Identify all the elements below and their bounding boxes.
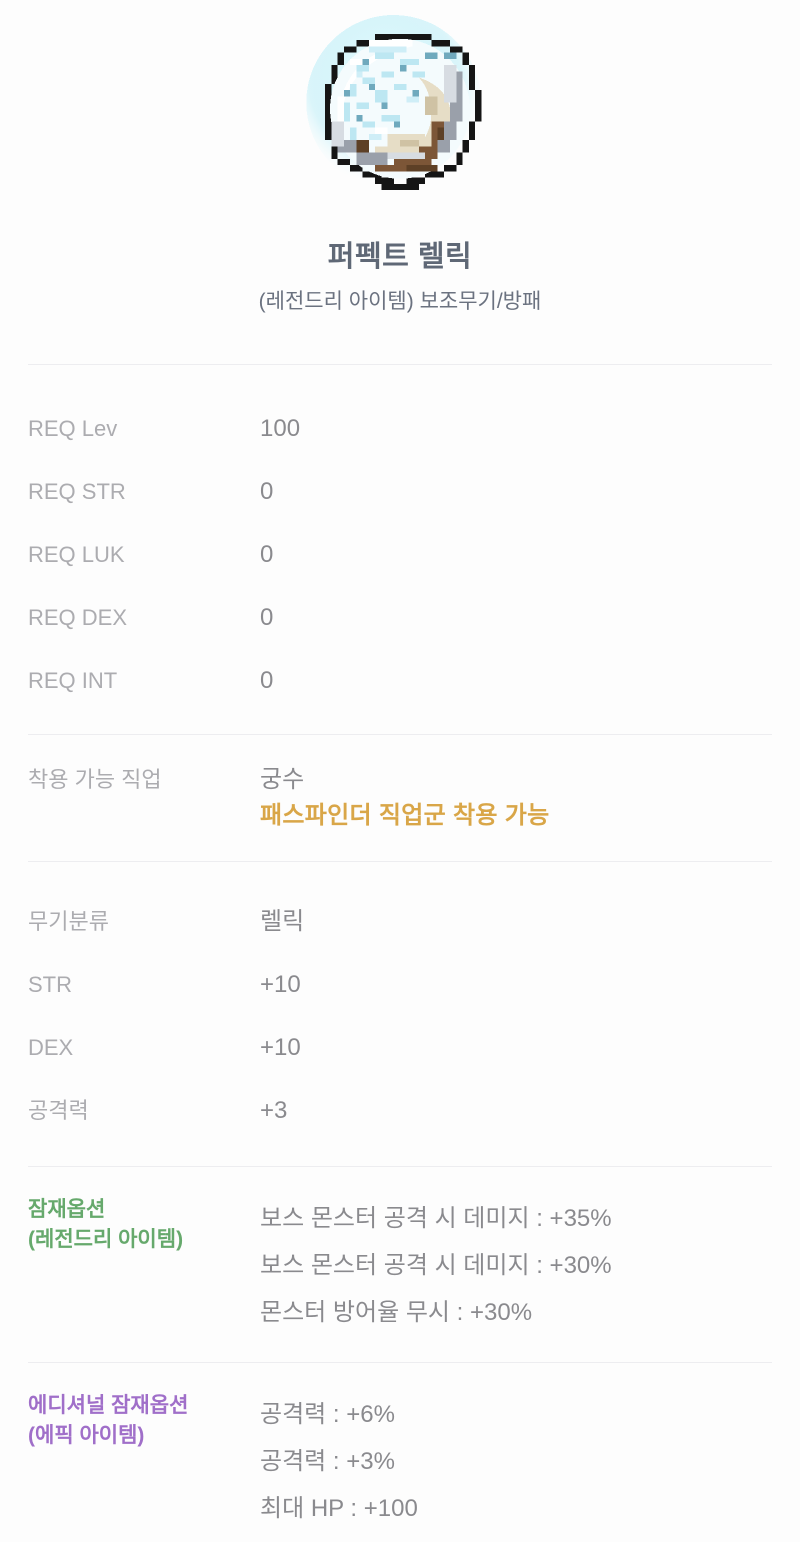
relic-orb-icon bbox=[306, 15, 482, 190]
stat-value: +10 bbox=[260, 970, 301, 998]
additional-potential-label-line2: (에픽 아이템) bbox=[28, 1423, 145, 1447]
additional-potential-label: 에디셔널 잠재옵션 (에픽 아이템) bbox=[28, 1391, 260, 1451]
potential-label-line1: 잠재옵션 bbox=[28, 1197, 106, 1221]
stat-label: 공격력 bbox=[28, 1097, 89, 1123]
table-row: REQ INT 0 bbox=[28, 649, 772, 712]
stat-value: 0 bbox=[260, 540, 274, 568]
stat-value: 0 bbox=[260, 603, 274, 631]
stat-value: 0 bbox=[260, 477, 274, 505]
page-title: 퍼펙트 렐릭 bbox=[327, 241, 473, 273]
potential-section: 잠재옵션 (레전드리 아이템) 보스 몬스터 공격 시 데미지 : +35% 보… bbox=[0, 1167, 800, 1362]
list-item: 공격력 : +6% bbox=[260, 1400, 395, 1428]
job-primary-value: 궁수 bbox=[260, 765, 305, 793]
potential-lines: 보스 몬스터 공격 시 데미지 : +35% 보스 몬스터 공격 시 데미지 :… bbox=[260, 1195, 772, 1336]
item-subtitle: (레전드리 아이템) 보조무기/방패 bbox=[258, 289, 542, 313]
stat-label: REQ STR bbox=[28, 478, 126, 504]
stat-label: DEX bbox=[28, 1034, 74, 1060]
table-row: 무기분류 렐릭 bbox=[28, 890, 772, 953]
additional-potential-label-line1: 에디셔널 잠재옵션 bbox=[28, 1393, 189, 1417]
list-item: 보스 몬스터 공격 시 데미지 : +35% bbox=[260, 1204, 612, 1232]
job-section: 착용 가능 직업 궁수 패스파인더 직업군 착용 가능 bbox=[0, 735, 800, 861]
stat-label: REQ Lev bbox=[28, 415, 118, 441]
item-icon-container bbox=[0, 0, 800, 218]
stat-label: STR bbox=[28, 971, 72, 997]
item-tooltip-page: 퍼펙트 렐릭 (레전드리 아이템) 보조무기/방패 REQ Lev 100 RE… bbox=[0, 0, 800, 1522]
table-row: DEX +10 bbox=[28, 1016, 772, 1079]
list-item: 보스 몬스터 공격 시 데미지 : +30% bbox=[260, 1251, 612, 1279]
stat-label: REQ INT bbox=[28, 667, 118, 693]
list-item: 몬스터 방어율 무시 : +30% bbox=[260, 1298, 533, 1326]
potential-label: 잠재옵션 (레전드리 아이템) bbox=[28, 1195, 260, 1255]
requirements-section: REQ Lev 100 REQ STR 0 REQ LUK 0 REQ DEX … bbox=[0, 365, 800, 734]
stat-value: 렐릭 bbox=[260, 907, 305, 935]
list-item: 최대 HP : +100 bbox=[260, 1494, 418, 1522]
stat-value: 0 bbox=[260, 666, 274, 694]
stat-value: +3 bbox=[260, 1096, 288, 1124]
table-row: 착용 가능 직업 궁수 패스파인더 직업군 착용 가능 bbox=[28, 763, 772, 835]
stat-label: 무기분류 bbox=[28, 908, 109, 934]
stat-label: REQ DEX bbox=[28, 604, 128, 630]
weapon-stats-section: 무기분류 렐릭 STR +10 DEX +10 공격력 +3 bbox=[0, 862, 800, 1166]
table-row: REQ DEX 0 bbox=[28, 586, 772, 649]
stat-label: REQ LUK bbox=[28, 541, 125, 567]
job-values: 궁수 패스파인더 직업군 착용 가능 bbox=[260, 763, 772, 835]
table-row: 잠재옵션 (레전드리 아이템) 보스 몬스터 공격 시 데미지 : +35% 보… bbox=[28, 1195, 772, 1336]
table-row: REQ STR 0 bbox=[28, 460, 772, 523]
table-row: REQ Lev 100 bbox=[28, 397, 772, 460]
item-title-block: 퍼펙트 렐릭 (레전드리 아이템) 보조무기/방패 bbox=[0, 218, 800, 314]
stat-value: 100 bbox=[260, 414, 301, 442]
potential-label-line2: (레전드리 아이템) bbox=[28, 1227, 184, 1251]
job-extra-value: 패스파인더 직업군 착용 가능 bbox=[260, 801, 550, 829]
table-row: REQ LUK 0 bbox=[28, 523, 772, 586]
table-row: 공격력 +3 bbox=[28, 1079, 772, 1142]
list-item: 공격력 : +3% bbox=[260, 1447, 395, 1475]
additional-potential-section: 에디셔널 잠재옵션 (에픽 아이템) 공격력 : +6% 공격력 : +3% 최… bbox=[0, 1363, 800, 1542]
stat-value: +10 bbox=[260, 1033, 301, 1061]
job-label: 착용 가능 직업 bbox=[28, 766, 162, 792]
table-row: STR +10 bbox=[28, 953, 772, 1016]
